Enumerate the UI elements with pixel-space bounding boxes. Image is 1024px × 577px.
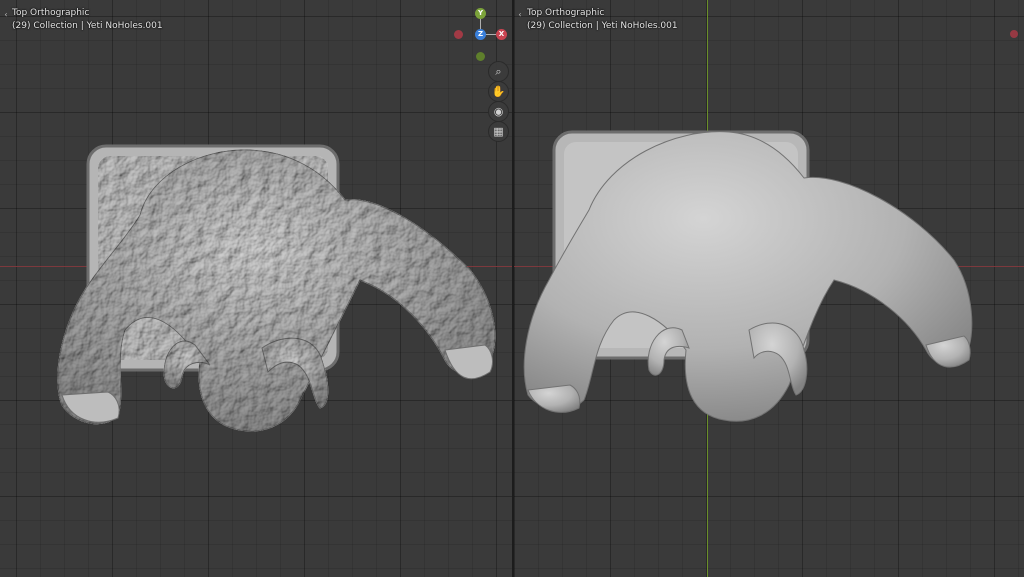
view-label: Top Orthographic bbox=[527, 8, 605, 18]
gizmo-x-axis[interactable]: X bbox=[496, 29, 507, 40]
navigation-gizmo[interactable]: Y Z X bbox=[454, 6, 510, 62]
object-label: (29) Collection | Yeti NoHoles.001 bbox=[12, 21, 163, 31]
left-viewport[interactable]: Top Orthographic (29) Collection | Yeti … bbox=[0, 0, 512, 577]
hand-pan-icon[interactable]: ✋ bbox=[488, 81, 509, 102]
yeti-mesh-textured bbox=[57, 144, 496, 432]
gizmo-z-axis[interactable]: Z bbox=[475, 29, 486, 40]
yeti-mesh-smooth bbox=[523, 130, 973, 422]
gizmo-neg-x-axis[interactable] bbox=[454, 30, 463, 39]
object-label: (29) Collection | Yeti NoHoles.001 bbox=[527, 21, 678, 31]
gizmo-y-axis[interactable]: Y bbox=[475, 8, 486, 19]
chevron-left-icon[interactable]: ‹ bbox=[514, 9, 526, 21]
viewport-info: Top Orthographic (29) Collection | Yeti … bbox=[527, 7, 678, 33]
zoom-icon[interactable]: ⌕ bbox=[488, 61, 509, 82]
chevron-left-icon[interactable]: ‹ bbox=[0, 9, 12, 21]
camera-icon[interactable]: ◉ bbox=[488, 101, 509, 122]
right-viewport[interactable]: Top Orthographic (29) Collection | Yeti … bbox=[514, 0, 1024, 577]
grid-icon[interactable]: ▦ bbox=[488, 121, 509, 142]
gizmo-neg-x-axis-right[interactable] bbox=[1010, 30, 1018, 38]
view-label: Top Orthographic bbox=[12, 8, 90, 18]
blender-app: Top Orthographic (29) Collection | Yeti … bbox=[0, 0, 1024, 577]
viewport-info: Top Orthographic (29) Collection | Yeti … bbox=[12, 7, 163, 33]
gizmo-neg-y-axis[interactable] bbox=[476, 52, 485, 61]
